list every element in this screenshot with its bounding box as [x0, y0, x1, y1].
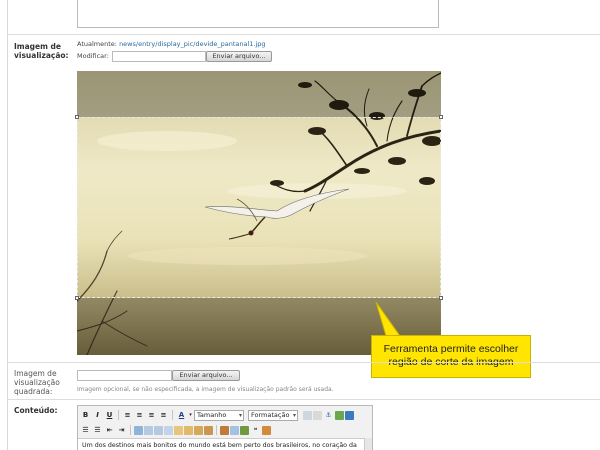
- editor-scrollbar[interactable]: [364, 438, 372, 450]
- row-divider: [7, 362, 600, 363]
- row-divider: [7, 399, 600, 400]
- toolbar-separator: [130, 425, 131, 435]
- format-select[interactable]: Formatação: [248, 409, 298, 421]
- undo-icon[interactable]: [240, 425, 249, 435]
- previous-textarea[interactable]: [77, 0, 439, 28]
- font-size-select[interactable]: Tamanho: [194, 409, 244, 421]
- preview-image-label-line2: visualização:: [14, 51, 69, 60]
- image-icon[interactable]: [335, 410, 344, 420]
- anchor-icon[interactable]: ⚓: [323, 410, 334, 421]
- font-color-button[interactable]: A: [176, 410, 187, 421]
- italic-button[interactable]: I: [92, 410, 103, 421]
- split-icon[interactable]: [184, 425, 193, 435]
- square-file-input[interactable]: [77, 370, 172, 381]
- callout-line1: Ferramenta permite escolher: [383, 343, 519, 355]
- crop-handle-top-right[interactable]: [439, 115, 443, 119]
- align-right-icon[interactable]: ≡: [146, 410, 157, 421]
- form-left-border: [7, 0, 8, 450]
- align-justify-icon[interactable]: ≡: [158, 410, 169, 421]
- delete-column-icon[interactable]: [204, 425, 213, 435]
- outdent-icon[interactable]: ⇤: [104, 425, 115, 436]
- preview-image-label-line1: Imagem de: [14, 42, 62, 51]
- crop-handle-bottom-left[interactable]: [75, 296, 79, 300]
- current-file-link[interactable]: news/entry/display_pic/devide_pantanal1.…: [119, 40, 266, 48]
- content-label: Conteúdo:: [14, 406, 58, 415]
- preview-upload-button[interactable]: Enviar arquivo...: [206, 51, 272, 62]
- row-divider: [7, 34, 600, 35]
- align-left-icon[interactable]: ≡: [122, 410, 133, 421]
- toolbar-row-2: ☰ ☰ ⇤ ⇥ ❝: [80, 423, 271, 437]
- crop-handle-bottom-right[interactable]: [439, 296, 443, 300]
- preview-image-label: Imagem de visualização:: [14, 42, 69, 60]
- editor-body-text[interactable]: Um dos destinos mais bonitos do mundo es…: [78, 438, 372, 450]
- bold-button[interactable]: B: [80, 410, 91, 421]
- indent-icon[interactable]: ⇥: [116, 425, 127, 436]
- preview-file-input[interactable]: [112, 51, 206, 62]
- modify-label: Modificar:: [77, 52, 109, 60]
- toolbar-separator: [216, 425, 217, 435]
- unlink-icon[interactable]: [313, 410, 322, 420]
- crop-selection[interactable]: [75, 115, 443, 300]
- toolbar-separator: [118, 410, 119, 420]
- callout-pointer: [375, 302, 401, 337]
- callout-box: Ferramenta permite escolher região de co…: [371, 335, 531, 378]
- square-preview-label-line2: visualização: [14, 378, 60, 387]
- current-prefix: Atualmente:: [77, 40, 117, 48]
- delete-row-icon[interactable]: [194, 425, 203, 435]
- merge-icon[interactable]: [174, 425, 183, 435]
- underline-button[interactable]: U: [104, 410, 115, 421]
- paste-icon[interactable]: [220, 425, 229, 435]
- row-icon[interactable]: [144, 425, 153, 435]
- cell-icon[interactable]: [164, 425, 173, 435]
- numbered-list-icon[interactable]: ☰: [92, 425, 103, 436]
- align-center-icon[interactable]: ≡: [134, 410, 145, 421]
- table-icon[interactable]: [134, 425, 143, 435]
- bullet-list-icon[interactable]: ☰: [80, 425, 91, 436]
- link-icon[interactable]: [303, 410, 312, 420]
- square-upload-button[interactable]: Enviar arquivo...: [172, 370, 240, 381]
- square-preview-label-line3: quadrada:: [14, 387, 53, 396]
- quote-icon[interactable]: ❝: [250, 425, 261, 436]
- square-preview-label-line1: Imagem de: [14, 369, 57, 378]
- column-icon[interactable]: [154, 425, 163, 435]
- cleanup-icon[interactable]: [230, 425, 239, 435]
- square-preview-hint: Imagem opcional, se não especificada, a …: [77, 386, 334, 393]
- crop-handle-top-left[interactable]: [75, 115, 79, 119]
- current-file-line: Atualmente: news/entry/display_pic/devid…: [77, 40, 266, 48]
- rich-text-editor[interactable]: B I U ≡ ≡ ≡ ≡ A ▾ Tamanho Formatação ⚓ ☰…: [77, 405, 373, 450]
- toolbar-separator: [172, 410, 173, 420]
- media-icon[interactable]: [345, 410, 354, 420]
- chevron-down-icon[interactable]: ▾: [188, 410, 193, 421]
- square-preview-label: Imagem de visualização quadrada:: [14, 369, 60, 396]
- html-icon[interactable]: [262, 425, 271, 435]
- toolbar-row-1: B I U ≡ ≡ ≡ ≡ A ▾ Tamanho Formatação ⚓: [80, 408, 354, 422]
